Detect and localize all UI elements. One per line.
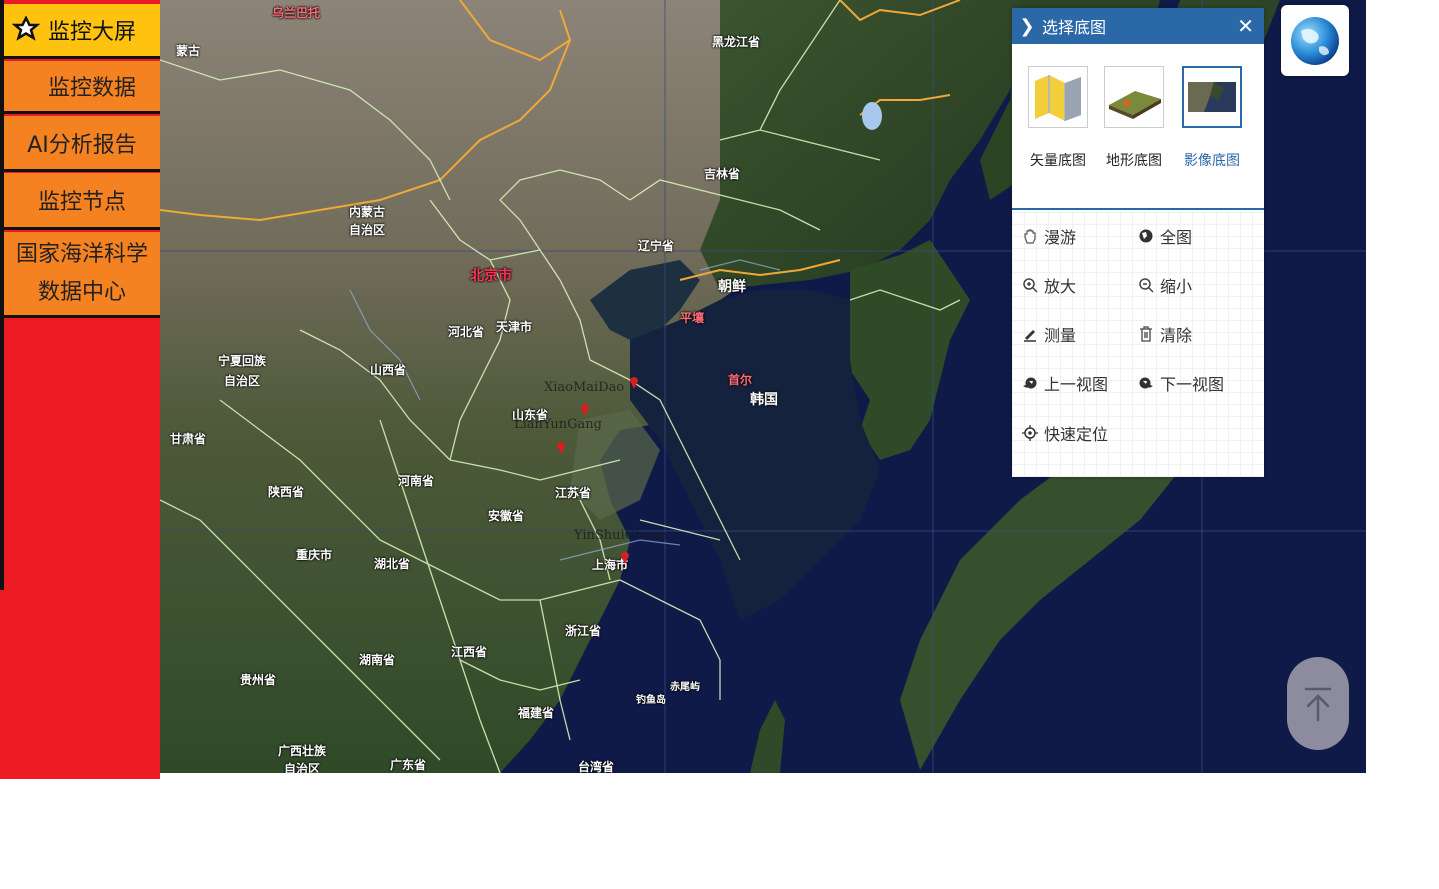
nav-item-label: 监控节点	[37, 190, 126, 215]
map-label-hebei: 河北省	[448, 325, 485, 339]
map-label-liaoning: 辽宁省	[638, 239, 675, 253]
basemap-options: 矢量底图 地形底图 影像底图	[1012, 44, 1264, 210]
tool-zoom-out[interactable]: 缩小	[1138, 273, 1192, 297]
map-label-chiweiyu: 赤尾屿	[670, 682, 700, 693]
satellite-map-thumbnail	[1182, 66, 1242, 128]
basemap-label: 地形底图	[1106, 153, 1162, 169]
basemap-toggle-button[interactable]	[1281, 5, 1349, 76]
map-label-anhui: 安徽省	[488, 509, 525, 523]
sidebar: 监控大屏 监控数据 AI分析报告 监控节点 国家海洋科学数据中心	[0, 0, 160, 779]
prev-view-icon	[1023, 377, 1037, 389]
map-label-southkorea: 韩国	[750, 392, 778, 408]
vector-map-thumbnail	[1028, 66, 1088, 128]
zoom-in-icon	[1023, 278, 1038, 293]
nav-item-ai-report[interactable]: AI分析报告	[4, 116, 160, 172]
map-label-ningxia: 宁夏回族 自治区	[218, 354, 267, 388]
hand-icon	[1024, 229, 1036, 244]
arrow-up-icon	[1304, 687, 1332, 721]
map-label-heilongjiang: 黑龙江省	[712, 35, 761, 49]
map-label-guangdong: 广东省	[390, 758, 427, 772]
map-label-pyongyang: 平壤	[680, 311, 705, 325]
zoom-out-icon	[1139, 278, 1154, 293]
map-label-jilin: 吉林省	[704, 167, 741, 181]
map-label-henan: 河南省	[398, 474, 435, 488]
terrain-map-thumbnail	[1104, 66, 1164, 128]
tool-previous-view[interactable]: 上一视图	[1022, 371, 1108, 395]
tool-label: 放大	[1044, 277, 1077, 296]
tool-measure[interactable]: 测量	[1022, 322, 1076, 346]
map-label-seoul: 首尔	[728, 373, 753, 387]
panel-title: 选择底图	[1042, 18, 1107, 37]
tool-label: 测量	[1044, 326, 1077, 345]
basemap-satellite[interactable]: 影像底图	[1180, 66, 1244, 170]
nav-item-monitor-data[interactable]: 监控数据	[4, 61, 160, 114]
marker-label-xiaomaidao: XiaoMaiDao	[544, 380, 625, 395]
map-label-northkorea: 朝鲜	[718, 279, 746, 295]
basemap-label: 矢量底图	[1030, 153, 1086, 169]
basemap-panel: ❯ 选择底图 ✕ 矢量底图 地形底图 影像底图 漫游 全图 放大 缩小 测量 清…	[1012, 8, 1264, 477]
tool-label: 上一视图	[1044, 375, 1109, 394]
map-pin-icon[interactable]	[629, 375, 639, 389]
tool-full-extent[interactable]: 全图	[1138, 224, 1192, 248]
map-label-mongolia: 蒙古	[176, 44, 201, 58]
map-pin-icon[interactable]	[556, 440, 566, 454]
map-label-taiwan: 台湾省	[578, 760, 615, 773]
map-pin-icon[interactable]	[620, 550, 630, 564]
nav-item-label: 国家海洋科学数据中心	[15, 241, 148, 305]
map-label-gansu: 甘肃省	[170, 432, 207, 446]
nav-item-ocean-data-center[interactable]: 国家海洋科学数据中心	[4, 232, 160, 318]
tool-label: 清除	[1160, 326, 1193, 345]
locate-icon	[1022, 425, 1038, 441]
trash-icon	[1140, 326, 1152, 342]
map-label-chongqing: 重庆市	[296, 548, 333, 562]
basemap-vector[interactable]: 矢量底图	[1026, 66, 1090, 170]
nav-item-label: 监控数据	[47, 76, 136, 101]
nav-item-label: 监控大屏	[48, 20, 137, 45]
chevron-right-icon[interactable]: ❯	[1012, 16, 1042, 37]
map-label-guizhou: 贵州省	[240, 673, 277, 687]
back-to-top-button[interactable]	[1287, 657, 1349, 750]
map-label-shaanxi: 陕西省	[268, 485, 305, 499]
tool-label: 全图	[1160, 228, 1193, 247]
map-label-diaoyudao: 钓鱼岛	[636, 695, 666, 706]
nav-item-label: AI分析报告	[27, 132, 137, 158]
map-pin-icon[interactable]	[580, 402, 590, 416]
map-label-ulanbator: 乌兰巴托	[272, 6, 321, 20]
nav-item-monitor-screen[interactable]: 监控大屏	[4, 4, 160, 59]
map-label-hubei: 湖北省	[374, 557, 411, 571]
map-label-guangxi: 广西壮族 自治区	[278, 744, 327, 773]
map-label-jiangsu: 江苏省	[555, 486, 592, 500]
tool-quick-locate[interactable]: 快速定位	[1022, 421, 1108, 445]
close-icon[interactable]: ✕	[1237, 14, 1254, 38]
map-label-jiangxi: 江西省	[451, 645, 488, 659]
map-label-neimenggu: 内蒙古 自治区	[349, 205, 386, 237]
next-view-icon	[1139, 377, 1153, 389]
map-label-beijing: 北京市	[470, 268, 512, 284]
tool-next-view[interactable]: 下一视图	[1138, 371, 1224, 395]
tool-zoom-in[interactable]: 放大	[1022, 273, 1076, 297]
tool-label: 下一视图	[1160, 375, 1225, 394]
marker-label-yinshuichuan: YinShuiChuan	[574, 528, 668, 543]
star-icon	[12, 16, 40, 41]
tool-label: 漫游	[1044, 228, 1077, 247]
nav-item-monitor-nodes[interactable]: 监控节点	[4, 173, 160, 230]
tool-label: 缩小	[1160, 277, 1193, 296]
marker-label-lianyungang: LianYunGang	[514, 417, 602, 432]
map-label-fujian: 福建省	[518, 706, 555, 720]
map-label-zhejiang: 浙江省	[565, 624, 602, 638]
globe-icon	[1291, 16, 1339, 65]
basemap-label: 影像底图	[1184, 153, 1240, 169]
tool-label: 快速定位	[1044, 425, 1109, 444]
globe-icon	[1139, 229, 1153, 243]
tool-clear[interactable]: 清除	[1138, 322, 1192, 346]
panel-header: ❯ 选择底图 ✕	[1012, 8, 1264, 44]
tool-pan[interactable]: 漫游	[1022, 224, 1076, 248]
map-label-tianjin: 天津市	[496, 320, 533, 334]
basemap-terrain[interactable]: 地形底图	[1102, 66, 1166, 170]
map-label-hunan: 湖南省	[359, 653, 396, 667]
map-label-shanxi: 山西省	[370, 363, 407, 377]
ruler-icon	[1024, 330, 1036, 342]
